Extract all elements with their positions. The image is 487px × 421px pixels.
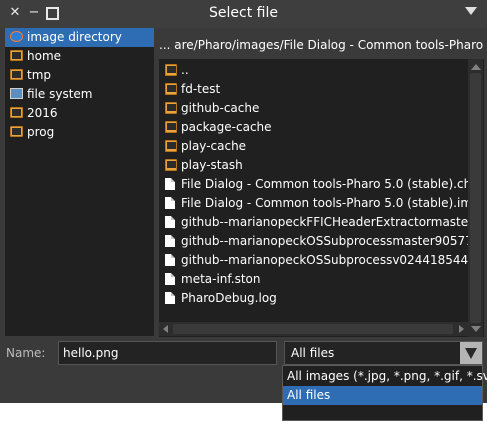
root-item-label: file system (27, 87, 93, 101)
title-bar[interactable]: ✕ − Select file (0, 0, 487, 28)
scroll-left-icon[interactable] (163, 325, 168, 333)
root-item-2016[interactable]: 2016 (5, 104, 154, 123)
current-path-text: ... are/Pharo/images/File Dialog - Commo… (159, 38, 484, 52)
folder-icon (10, 50, 23, 61)
file-name: File Dialog - Common tools-Pharo 5.0 (st… (181, 177, 473, 191)
file-name: github-cache (181, 101, 260, 115)
file-type-option-all-files[interactable]: All files (283, 386, 482, 405)
root-item-label: prog (27, 125, 55, 139)
document-icon (165, 254, 175, 266)
list-item[interactable]: fd-test (159, 80, 473, 99)
window-menu-icon[interactable] (465, 7, 477, 15)
folder-icon (165, 140, 177, 152)
list-item[interactable]: play-stash (159, 156, 473, 175)
folder-icon (165, 83, 177, 95)
roots-list: image directory home tmp file system 201… (5, 28, 154, 336)
folder-icon (10, 69, 23, 80)
file-name: play-cache (181, 139, 247, 153)
list-item[interactable]: github--marianopeckOSSubprocessmaster905… (159, 232, 473, 251)
file-name: github--marianopeckFFICHeaderExtractorma… (181, 215, 473, 229)
horizontal-scrollbar[interactable] (159, 322, 468, 336)
file-type-selected: All files (291, 346, 335, 360)
list-item[interactable]: play-cache (159, 137, 473, 156)
scroll-thumb[interactable] (470, 73, 481, 323)
option-label: All files (287, 388, 331, 402)
name-label: Name: (6, 346, 46, 360)
document-icon (165, 216, 175, 228)
list-item[interactable]: meta-inf.ston (159, 270, 473, 289)
folder-icon (165, 64, 177, 76)
list-item[interactable]: .. (159, 61, 473, 80)
root-item-label: tmp (27, 68, 52, 82)
pharo-globe-icon (10, 31, 23, 42)
file-name: .. (181, 63, 189, 77)
list-item[interactable]: package-cache (159, 118, 473, 137)
file-name: fd-test (181, 82, 221, 96)
file-type-options: All images (*.jpg, *.png, *.gif, *.svg) … (282, 365, 487, 421)
document-icon (165, 273, 175, 285)
scroll-up-icon[interactable] (471, 64, 481, 70)
document-icon (165, 197, 175, 209)
folder-icon (10, 107, 23, 118)
file-name-input[interactable] (58, 341, 277, 365)
root-item-file-system[interactable]: file system (5, 85, 154, 104)
window-title: Select file (209, 5, 278, 21)
root-item-label: 2016 (27, 106, 58, 120)
list-item[interactable]: github-cache (159, 99, 473, 118)
file-name: package-cache (181, 120, 272, 134)
list-item[interactable]: github--marianopeckFFICHeaderExtractorma… (159, 213, 473, 232)
list-item[interactable]: File Dialog - Common tools-Pharo 5.0 (st… (159, 175, 473, 194)
vertical-scrollbar[interactable] (468, 59, 483, 337)
document-icon (165, 292, 175, 304)
list-item[interactable]: PharoDebug.log (159, 289, 473, 308)
file-type-dropdown[interactable]: All files (284, 341, 483, 365)
list-item[interactable]: github--marianopeckOSSubprocessv02441854… (159, 251, 473, 270)
root-item-image-directory[interactable]: image directory (5, 28, 154, 47)
file-type-option-images[interactable]: All images (*.jpg, *.png, *.gif, *.svg) (283, 367, 487, 386)
list-item[interactable]: File Dialog - Common tools-Pharo 5.0 (st… (159, 194, 473, 213)
root-item-label: home (27, 49, 62, 63)
drive-icon (10, 88, 23, 99)
current-path: ... are/Pharo/images/File Dialog - Commo… (157, 34, 484, 56)
file-dialog-window: ✕ − Select file image directory home tmp… (0, 0, 487, 403)
file-name: File Dialog - Common tools-Pharo 5.0 (st… (181, 196, 473, 210)
root-item-label: image directory (27, 30, 122, 44)
root-item-prog[interactable]: prog (5, 123, 154, 142)
file-name: github--marianopeckOSSubprocessmaster905… (181, 234, 473, 248)
folder-icon (165, 121, 177, 133)
scroll-thumb[interactable] (173, 324, 453, 334)
file-name: play-stash (181, 158, 243, 172)
document-icon (165, 235, 175, 247)
option-label: All images (*.jpg, *.png, *.gif, *.svg) (287, 369, 487, 383)
folder-icon (10, 126, 23, 137)
file-name: PharoDebug.log (181, 291, 277, 305)
file-name: meta-inf.ston (181, 272, 261, 286)
document-icon (165, 178, 175, 190)
dropdown-arrow-icon[interactable] (460, 342, 482, 364)
file-list: .. fd-test github-cache package-cache pl… (159, 59, 484, 337)
file-name: github--marianopeckOSSubprocessv02441854… (181, 253, 473, 267)
root-item-tmp[interactable]: tmp (5, 66, 154, 85)
scroll-right-icon[interactable] (459, 325, 464, 333)
root-item-home[interactable]: home (5, 47, 154, 66)
folder-icon (165, 159, 177, 171)
folder-icon (165, 102, 177, 114)
scroll-down-icon[interactable] (471, 326, 481, 332)
